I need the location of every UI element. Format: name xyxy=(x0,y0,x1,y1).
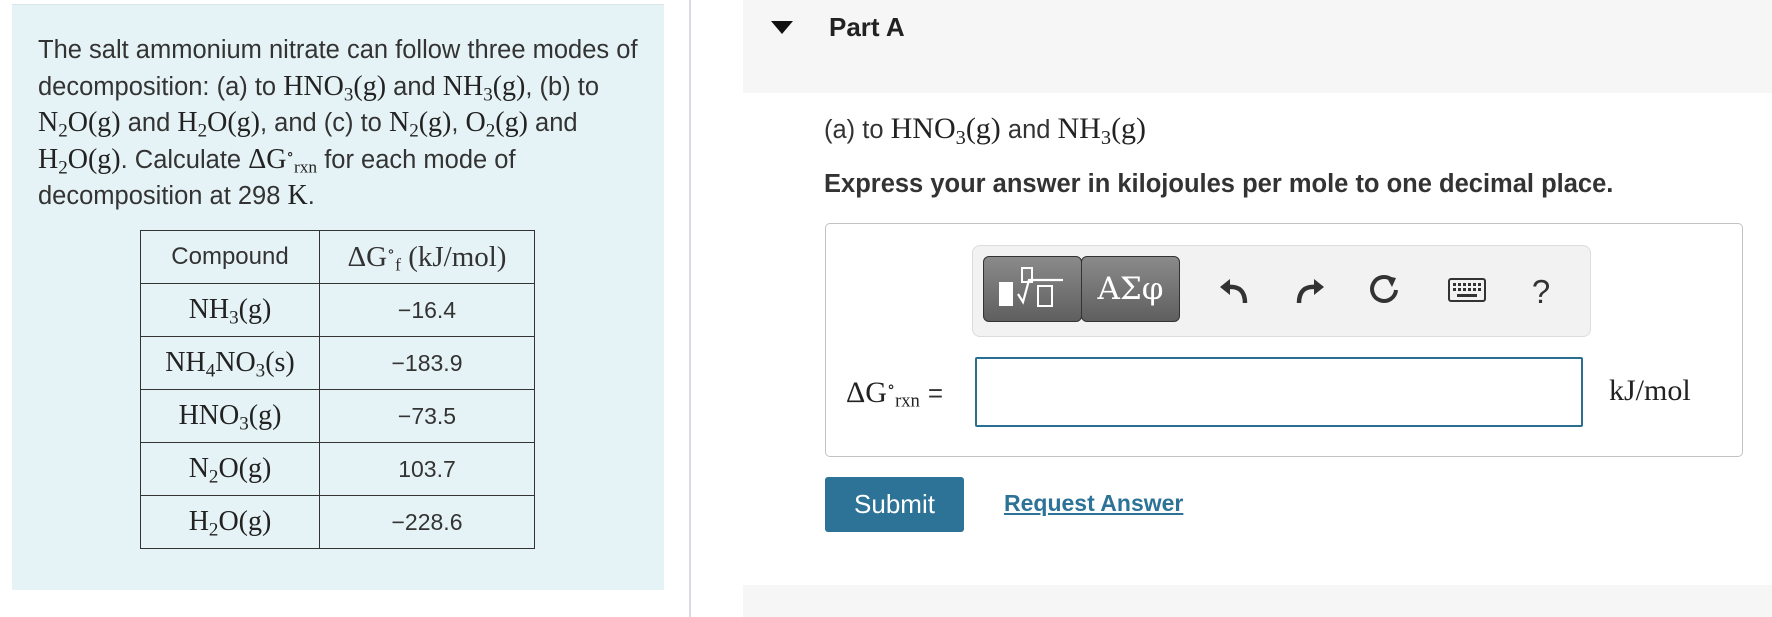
help-icon[interactable]: ? xyxy=(1521,272,1561,312)
formula-n2: N2(g) xyxy=(388,107,452,142)
compound-cell: N2O(g) xyxy=(140,442,320,496)
templates-button[interactable] xyxy=(983,256,1082,322)
problem-panel: The salt ammonium nitrate can follow thr… xyxy=(12,4,664,590)
table-header-row: Compound ΔG∘f (kJ/mol) xyxy=(140,230,535,284)
formula-nh3: NH3(g) xyxy=(442,70,526,106)
request-answer-link[interactable]: Request Answer xyxy=(1004,490,1183,517)
compound-cell: H2O(g) xyxy=(140,495,320,549)
part-title: Part A xyxy=(829,12,905,42)
column-header-compound: Compound xyxy=(140,230,320,284)
answer-instructions: Express your answer in kilojoules per mo… xyxy=(824,170,1614,198)
answer-box: ΑΣφ ? ΔG∘rxn = kJ/mol xyxy=(825,223,1743,457)
question-text: (a) to HNO3(g) and NH3(g) xyxy=(824,112,1147,150)
templates-icon xyxy=(998,267,1063,307)
formula-n2o: N2O(g) xyxy=(38,107,121,142)
column-header-delta-gf: ΔG∘f (kJ/mol) xyxy=(319,230,535,284)
compound-cell: NH3(g) xyxy=(140,283,320,337)
table-row: NH4NO3(s) −183.9 xyxy=(140,336,535,390)
formula-h2o: H2O(g) xyxy=(177,107,260,142)
value-cell: −16.4 xyxy=(319,283,535,337)
reset-icon[interactable] xyxy=(1365,270,1405,310)
next-section-band xyxy=(743,585,1772,617)
unit-label: kJ/mol xyxy=(1609,374,1691,407)
undo-icon[interactable] xyxy=(1213,270,1253,310)
delta-g-rxn-label: ΔG∘rxn = xyxy=(846,376,944,412)
value-cell: 103.7 xyxy=(319,442,535,496)
collapse-triangle-icon[interactable] xyxy=(771,21,793,34)
table-row: NH3(g) −16.4 xyxy=(140,283,535,337)
value-cell: −228.6 xyxy=(319,495,535,549)
formula-nh3: NH3(g) xyxy=(1057,112,1147,150)
kelvin-unit: K xyxy=(287,180,308,211)
formula-hno3: HNO3(g) xyxy=(283,70,387,106)
redo-icon[interactable] xyxy=(1291,270,1331,310)
submit-button[interactable]: Submit xyxy=(825,477,964,532)
answer-input[interactable] xyxy=(975,357,1583,427)
symbols-button[interactable]: ΑΣφ xyxy=(1081,256,1180,322)
compound-cell: HNO3(g) xyxy=(140,389,320,443)
table-row: H2O(g) −228.6 xyxy=(140,495,535,549)
math-toolbar: ΑΣφ ? xyxy=(972,245,1591,337)
free-energy-table: Compound ΔG∘f (kJ/mol) NH3(g) −16.4 NH4N… xyxy=(140,230,535,549)
value-cell: −73.5 xyxy=(319,389,535,443)
table-row: N2O(g) 103.7 xyxy=(140,442,535,496)
formula-hno3: HNO3(g) xyxy=(890,112,1001,150)
pane-divider[interactable] xyxy=(689,0,691,617)
part-a-header[interactable]: Part A xyxy=(743,0,1772,93)
keyboard-icon[interactable] xyxy=(1447,270,1487,310)
problem-statement: The salt ammonium nitrate can follow thr… xyxy=(38,36,638,211)
delta-g-rxn-symbol: ΔG∘rxn xyxy=(248,143,318,176)
table-row: HNO3(g) −73.5 xyxy=(140,389,535,443)
formula-o2: O2(g) xyxy=(465,107,528,142)
formula-h2o-c: H2O(g) xyxy=(38,143,121,179)
compound-cell: NH4NO3(s) xyxy=(140,336,320,390)
value-cell: −183.9 xyxy=(319,336,535,390)
